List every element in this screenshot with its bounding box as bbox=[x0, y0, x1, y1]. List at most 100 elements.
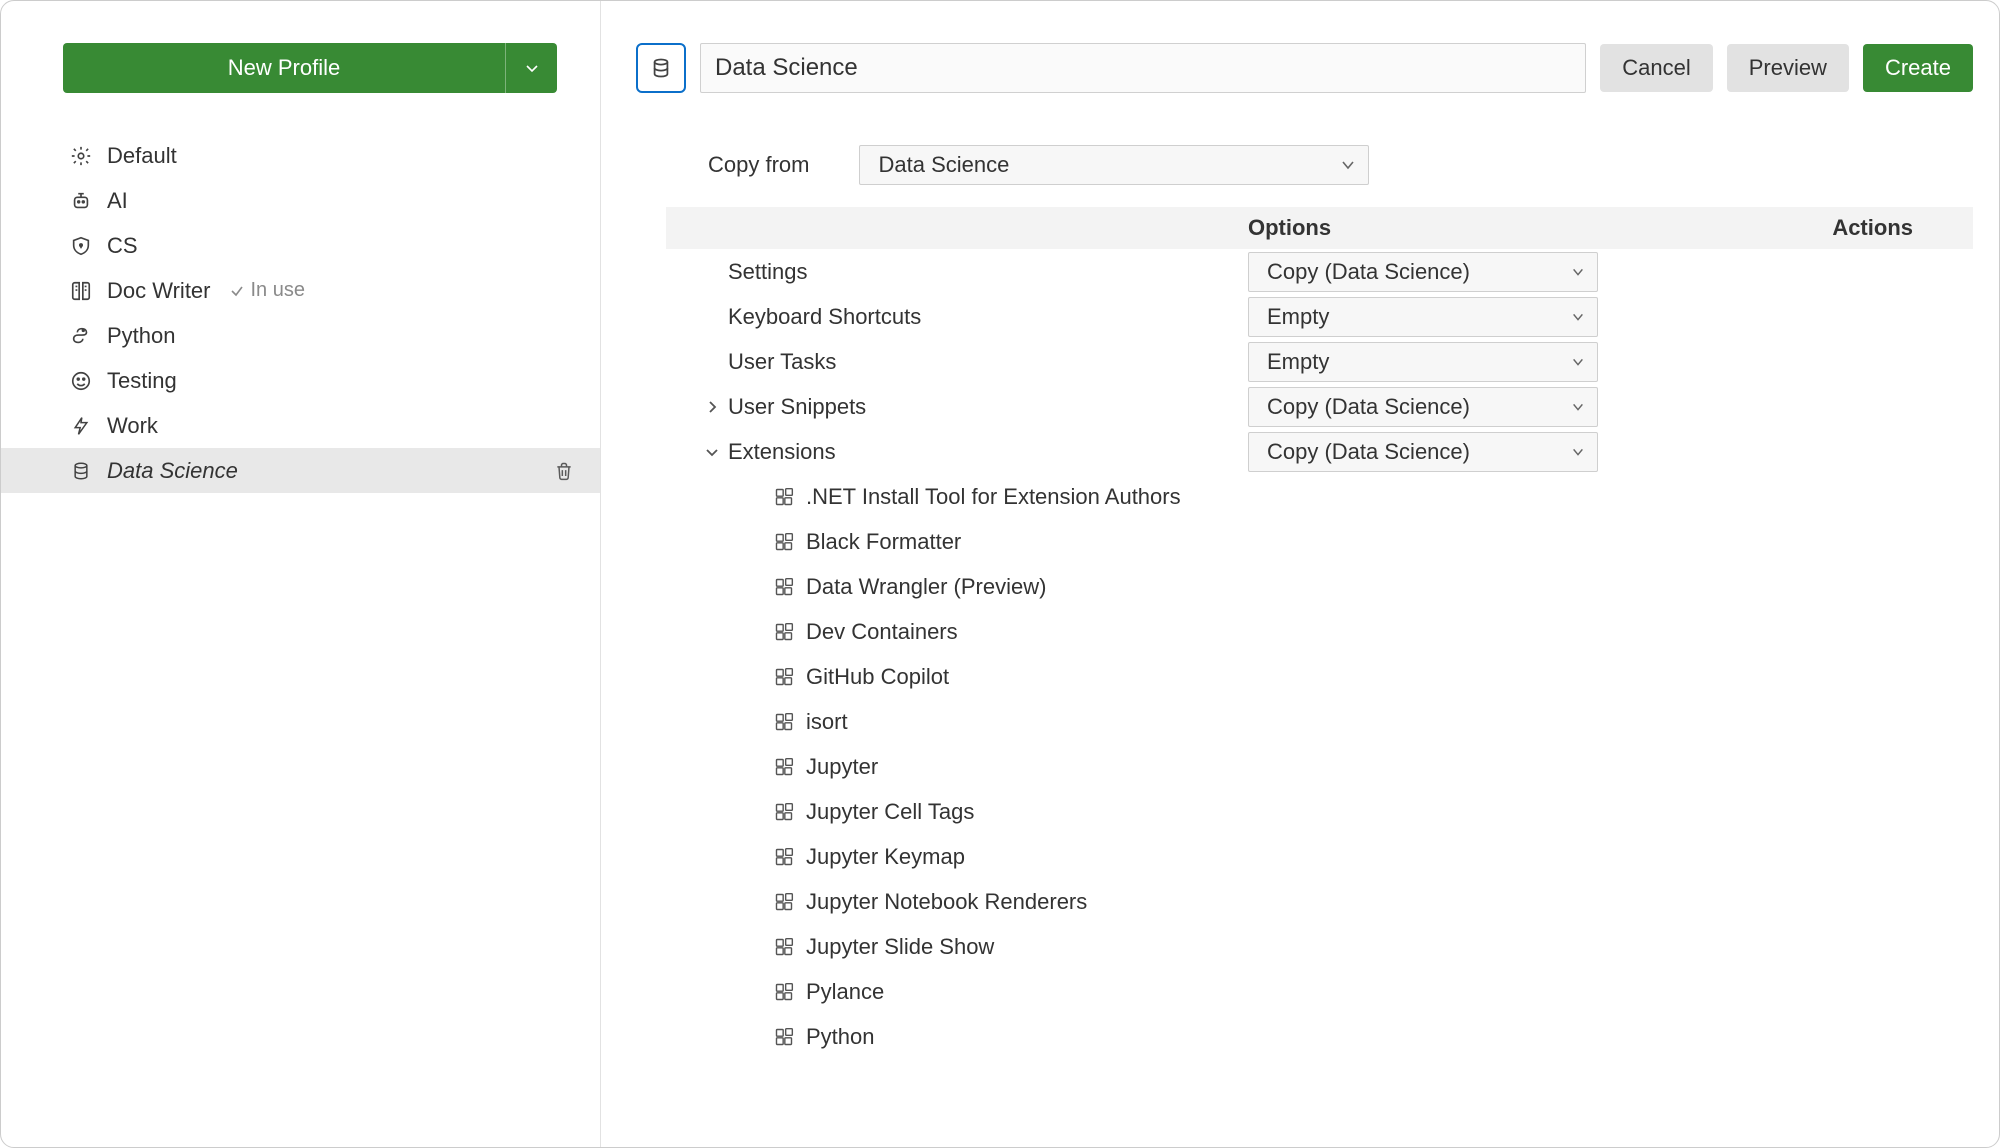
extensions-icon bbox=[774, 1027, 794, 1047]
extension-item[interactable]: Jupyter bbox=[666, 744, 1973, 789]
chevron-down-icon bbox=[1571, 445, 1585, 459]
option-select-keyboard-shortcuts[interactable]: Empty bbox=[1248, 297, 1598, 337]
profile-label: Work bbox=[107, 413, 158, 439]
extension-label: isort bbox=[806, 709, 848, 735]
extension-item[interactable]: Data Wrangler (Preview) bbox=[666, 564, 1973, 609]
copy-from-select[interactable]: Data Science bbox=[859, 145, 1369, 185]
extension-label: Dev Containers bbox=[806, 619, 958, 645]
extensions-icon bbox=[774, 982, 794, 1002]
column-actions: Actions bbox=[1832, 215, 1913, 241]
extension-item[interactable]: .NET Install Tool for Extension Authors bbox=[666, 474, 1973, 519]
copy-from-row: Copy from Data Science bbox=[708, 145, 1973, 185]
extension-label: Jupyter bbox=[806, 754, 878, 780]
option-label: Extensions bbox=[728, 439, 1248, 465]
profile-item-testing[interactable]: Testing bbox=[25, 358, 574, 403]
extension-label: Jupyter Keymap bbox=[806, 844, 965, 870]
snake-icon bbox=[67, 325, 95, 347]
option-value: Copy (Data Science) bbox=[1267, 394, 1470, 420]
copy-from-value: Data Science bbox=[878, 152, 1009, 178]
chevron-down-icon bbox=[1571, 400, 1585, 414]
in-use-label: In use bbox=[251, 279, 305, 302]
sidebar: New Profile Default AI bbox=[1, 1, 601, 1147]
extensions-icon bbox=[774, 577, 794, 597]
option-select-user-tasks[interactable]: Empty bbox=[1248, 342, 1598, 382]
column-options: Options bbox=[1248, 215, 1638, 241]
profile-name-input[interactable] bbox=[700, 43, 1586, 93]
options-header: Options Actions bbox=[666, 207, 1973, 249]
extension-label: .NET Install Tool for Extension Authors bbox=[806, 484, 1181, 510]
extension-item[interactable]: Dev Containers bbox=[666, 609, 1973, 654]
extension-item[interactable]: Jupyter Keymap bbox=[666, 834, 1973, 879]
extension-label: Black Formatter bbox=[806, 529, 961, 555]
extension-label: Jupyter Notebook Renderers bbox=[806, 889, 1087, 915]
new-profile-label: New Profile bbox=[228, 55, 340, 81]
profile-label: Python bbox=[107, 323, 176, 349]
extensions-icon bbox=[774, 757, 794, 777]
chevron-down-icon bbox=[1340, 157, 1356, 173]
option-row-user-snippets: User Snippets Copy (Data Science) bbox=[666, 384, 1973, 429]
option-value: Copy (Data Science) bbox=[1267, 259, 1470, 285]
profile-item-python[interactable]: Python bbox=[25, 313, 574, 358]
profile-item-default[interactable]: Default bbox=[25, 133, 574, 178]
profiles-editor: New Profile Default AI bbox=[0, 0, 2000, 1148]
database-icon bbox=[650, 56, 672, 80]
copy-from-label: Copy from bbox=[708, 152, 809, 178]
extensions-list: .NET Install Tool for Extension Authors B… bbox=[666, 474, 1973, 1059]
extensions-icon bbox=[774, 892, 794, 912]
trash-icon bbox=[554, 460, 574, 482]
extension-item[interactable]: Python bbox=[666, 1014, 1973, 1059]
option-select-user-snippets[interactable]: Copy (Data Science) bbox=[1248, 387, 1598, 427]
new-profile-button[interactable]: New Profile bbox=[63, 43, 505, 93]
option-value: Empty bbox=[1267, 304, 1329, 330]
chevron-down-icon bbox=[1571, 310, 1585, 324]
profile-item-work[interactable]: Work bbox=[25, 403, 574, 448]
extension-item[interactable]: Jupyter Notebook Renderers bbox=[666, 879, 1973, 924]
profile-item-data-science[interactable]: Data Science bbox=[0, 448, 600, 493]
create-button[interactable]: Create bbox=[1863, 44, 1973, 92]
option-label: User Snippets bbox=[728, 394, 1248, 420]
robot-icon bbox=[67, 190, 95, 212]
option-select-settings[interactable]: Copy (Data Science) bbox=[1248, 252, 1598, 292]
profile-label: Data Science bbox=[107, 458, 238, 484]
option-select-extensions[interactable]: Copy (Data Science) bbox=[1248, 432, 1598, 472]
extension-item[interactable]: Jupyter Slide Show bbox=[666, 924, 1973, 969]
preview-button[interactable]: Preview bbox=[1727, 44, 1849, 92]
extension-item[interactable]: Black Formatter bbox=[666, 519, 1973, 564]
extension-label: Jupyter Slide Show bbox=[806, 934, 994, 960]
profile-label: Doc Writer bbox=[107, 278, 211, 304]
profile-label: Default bbox=[107, 143, 177, 169]
profile-item-ai[interactable]: AI bbox=[25, 178, 574, 223]
extensions-icon bbox=[774, 487, 794, 507]
new-profile-dropdown[interactable] bbox=[505, 43, 557, 93]
extensions-icon bbox=[774, 847, 794, 867]
profile-icon-picker[interactable] bbox=[636, 43, 686, 93]
profile-label: Testing bbox=[107, 368, 177, 394]
chevron-down-icon bbox=[1571, 265, 1585, 279]
extensions-icon bbox=[774, 532, 794, 552]
database-icon bbox=[67, 460, 95, 482]
extensions-icon bbox=[774, 667, 794, 687]
extension-item[interactable]: Pylance bbox=[666, 969, 1973, 1014]
chevron-down-icon bbox=[1571, 355, 1585, 369]
chevron-down-icon bbox=[704, 444, 720, 460]
option-label: User Tasks bbox=[728, 349, 1248, 375]
profile-item-cs[interactable]: CS bbox=[25, 223, 574, 268]
in-use-badge: In use bbox=[229, 279, 305, 302]
profile-item-doc-writer[interactable]: Doc Writer In use bbox=[25, 268, 574, 313]
extension-item[interactable]: GitHub Copilot bbox=[666, 654, 1973, 699]
cancel-button[interactable]: Cancel bbox=[1600, 44, 1712, 92]
extension-item[interactable]: isort bbox=[666, 699, 1973, 744]
chevron-down-icon bbox=[524, 60, 540, 76]
expand-user-snippets[interactable] bbox=[666, 399, 728, 415]
option-label: Keyboard Shortcuts bbox=[728, 304, 1248, 330]
smiley-icon bbox=[67, 370, 95, 392]
option-row-settings: Settings Copy (Data Science) bbox=[666, 249, 1973, 294]
extension-item[interactable]: Jupyter Cell Tags bbox=[666, 789, 1973, 834]
extensions-icon bbox=[774, 712, 794, 732]
extensions-icon bbox=[774, 802, 794, 822]
expand-extensions[interactable] bbox=[666, 444, 728, 460]
extension-label: GitHub Copilot bbox=[806, 664, 949, 690]
gear-icon bbox=[67, 145, 95, 167]
delete-profile-button[interactable] bbox=[554, 460, 574, 482]
profile-list: Default AI CS Doc Writer bbox=[25, 133, 574, 493]
